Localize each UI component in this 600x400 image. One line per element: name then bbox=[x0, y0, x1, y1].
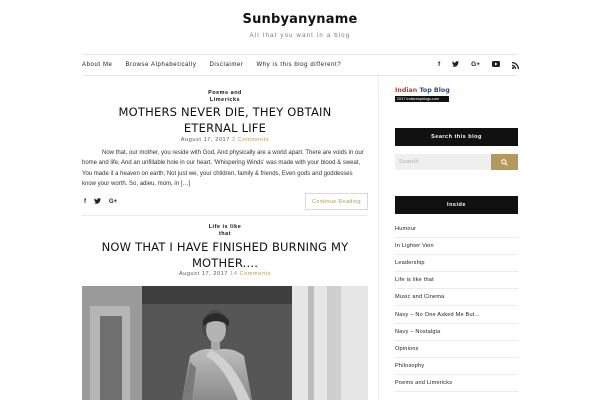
post-title[interactable]: NOW THAT I HAVE FINISHED BURNING MY MOTH… bbox=[82, 239, 368, 271]
post-category[interactable]: Poems and Limericks bbox=[195, 90, 255, 104]
category-item-navy-nostalgia[interactable]: Navy – Nostalgia bbox=[395, 324, 518, 341]
post-comments-link[interactable]: 14 Comments bbox=[230, 271, 271, 277]
share-twitter-icon[interactable] bbox=[94, 198, 101, 206]
badge-subtitle: 2017 indiantopblogs.com bbox=[395, 96, 449, 102]
rss-icon[interactable] bbox=[512, 62, 519, 69]
sidebar-divider bbox=[378, 76, 379, 400]
category-list: Humour In Lighter Vein Leadership Life i… bbox=[395, 221, 518, 392]
main-navigation: About Me Browse Alphabetically Disclaime… bbox=[82, 54, 519, 76]
post-excerpt: Now that, our mother, you reside with Go… bbox=[82, 148, 368, 189]
category-item-humour[interactable]: Humour bbox=[395, 221, 518, 239]
post-comments-link[interactable]: 2 Comments bbox=[232, 137, 269, 143]
title-line: ETERNAL LIFE bbox=[183, 121, 267, 135]
nav-link-browse-alphabetically[interactable]: Browse Alphabetically bbox=[125, 62, 196, 68]
google-plus-icon[interactable]: G+ bbox=[471, 61, 480, 69]
category-line: Limericks bbox=[209, 97, 241, 103]
category-item-navy-no-one-asked[interactable]: Navy – No One Asked Me But... bbox=[395, 306, 518, 324]
share-google-plus-icon[interactable]: G+ bbox=[109, 199, 117, 205]
search-button[interactable] bbox=[491, 154, 518, 170]
post-category[interactable]: Life is like that bbox=[195, 224, 255, 238]
category-item-philosophy[interactable]: Philosophy bbox=[395, 358, 518, 375]
search-icon bbox=[501, 158, 508, 166]
inside-widget-heading: Inside bbox=[395, 196, 518, 214]
category-item-music-and-cinema[interactable]: Music and Cinema bbox=[395, 289, 518, 307]
post-featured-image[interactable] bbox=[82, 286, 368, 400]
search-input[interactable] bbox=[395, 154, 491, 170]
share-buttons: f G+ bbox=[84, 198, 125, 206]
post-date: August 17, 2017 bbox=[178, 271, 229, 277]
site-tagline: All that you want in a blog bbox=[249, 33, 351, 39]
nav-link-disclaimer[interactable]: Disclaimer bbox=[209, 62, 243, 68]
category-line: that bbox=[218, 231, 232, 237]
category-item-life-is-like-that[interactable]: Life is like that bbox=[395, 272, 518, 290]
badge-word-indian: Indian bbox=[395, 87, 418, 94]
post-divider bbox=[82, 215, 368, 216]
category-item-poems-and-limericks[interactable]: Poems and Limericks bbox=[395, 375, 518, 392]
category-item-opinions[interactable]: Opinions bbox=[395, 341, 518, 358]
nav-link-why-different[interactable]: Why is this blog different? bbox=[256, 62, 341, 68]
post-meta: August 17, 2017 14 Comments bbox=[82, 271, 368, 277]
post-date: August 17, 2017 bbox=[180, 137, 230, 143]
post-title[interactable]: MOTHERS NEVER DIE, THEY OBTAIN ETERNAL L… bbox=[82, 104, 368, 136]
excerpt-text: Now that, our mother, you reside with Go… bbox=[82, 150, 364, 187]
site-title[interactable]: Sunbyanyname bbox=[0, 12, 600, 27]
social-icons: f G+ bbox=[426, 55, 519, 75]
badge-word-top-blog: Top Blog bbox=[419, 87, 450, 94]
nav-link-about-me[interactable]: About Me bbox=[82, 62, 112, 68]
nav-links: About Me Browse Alphabetically Disclaime… bbox=[82, 55, 354, 75]
title-line: MOTHERS NEVER DIE, THEY OBTAIN bbox=[118, 105, 332, 119]
post-meta: August 17, 2017 2 Comments bbox=[82, 137, 368, 143]
share-facebook-icon[interactable]: f bbox=[84, 199, 86, 205]
facebook-icon[interactable]: f bbox=[438, 61, 440, 69]
title-line: MOTHER.... bbox=[191, 256, 259, 270]
search-widget-heading: Search this blog bbox=[395, 128, 518, 146]
youtube-icon[interactable] bbox=[492, 60, 500, 70]
continue-reading-button[interactable]: Continue Reading bbox=[305, 193, 368, 210]
indian-top-blog-badge[interactable]: Indian Top Blog 2017 indiantopblogs.com bbox=[395, 87, 450, 103]
category-line: Poems and bbox=[208, 90, 242, 96]
category-item-leadership[interactable]: Leadership bbox=[395, 255, 518, 273]
category-item-in-lighter-vein[interactable]: In Lighter Vein bbox=[395, 238, 518, 256]
badge-title: Indian Top Blog bbox=[395, 87, 450, 95]
title-line: NOW THAT I HAVE FINISHED BURNING MY bbox=[101, 240, 349, 254]
twitter-icon[interactable] bbox=[452, 60, 460, 70]
category-line: Life is like bbox=[208, 224, 242, 230]
